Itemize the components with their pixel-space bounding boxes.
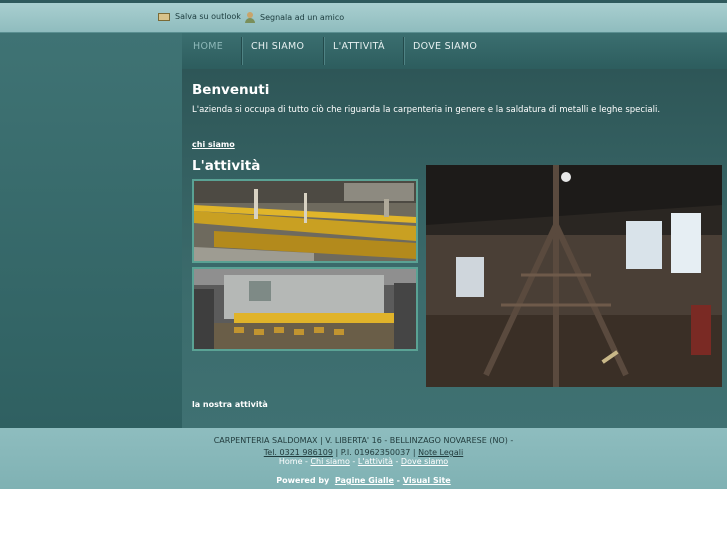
footer-legal-link[interactable]: Note Legali bbox=[418, 448, 463, 457]
footer-nav-dove-siamo[interactable]: Dove siamo bbox=[401, 457, 448, 466]
nav-divider bbox=[403, 37, 404, 65]
footer-nav-sep: - bbox=[392, 457, 401, 466]
footer-nav-sep: - bbox=[349, 457, 358, 466]
photo-workshop[interactable] bbox=[426, 165, 722, 387]
footer-company: CARPENTERIA SALDOMAX | V. LIBERTA' 16 - … bbox=[213, 436, 514, 445]
top-bar: Salva su outlook Segnala ad un amico bbox=[0, 3, 727, 33]
footer-contacts: Tel. 0321 986109 | P.I. 01962350037 | No… bbox=[0, 448, 727, 457]
footer-powered: Powered by Pagine Gialle - Visual Site bbox=[0, 476, 727, 485]
nav-home[interactable]: HOME bbox=[193, 41, 223, 52]
main-area: HOME CHI SIAMO L'ATTIVITÀ DOVE SIAMO Ben… bbox=[0, 33, 727, 428]
activity-title: L'attività bbox=[192, 158, 261, 174]
chi-siamo-link[interactable]: chi siamo bbox=[192, 140, 235, 149]
friend-icon bbox=[245, 12, 255, 23]
steel-beams-image bbox=[194, 181, 416, 261]
photo-shear-machine[interactable] bbox=[192, 267, 418, 351]
nostra-attivita-link[interactable]: la nostra attività bbox=[192, 400, 268, 409]
photo-steel-beams[interactable] bbox=[192, 179, 418, 263]
welcome-text: L'azienda si occupa di tutto ciò che rig… bbox=[192, 105, 661, 115]
footer-nav-attivita[interactable]: L'attività bbox=[358, 457, 393, 466]
report-friend-label: Segnala ad un amico bbox=[260, 13, 345, 22]
nav-dove-siamo[interactable]: DOVE SIAMO bbox=[413, 41, 477, 52]
report-friend-link[interactable]: Segnala ad un amico bbox=[245, 12, 344, 23]
powered-sep: - bbox=[393, 476, 403, 485]
footer-nav-home[interactable]: Home bbox=[279, 457, 303, 466]
nav-chi-siamo[interactable]: CHI SIAMO bbox=[251, 41, 304, 52]
outlook-icon bbox=[158, 12, 170, 21]
pagine-gialle-link[interactable]: Pagine Gialle bbox=[335, 476, 394, 485]
footer-vat: | P.I. 01962350037 | bbox=[332, 448, 419, 457]
main-nav: HOME CHI SIAMO L'ATTIVITÀ DOVE SIAMO bbox=[182, 33, 727, 69]
footer-phone-link[interactable]: Tel. 0321 986109 bbox=[264, 448, 333, 457]
workshop-image bbox=[426, 165, 722, 387]
footer: CARPENTERIA SALDOMAX | V. LIBERTA' 16 - … bbox=[0, 428, 727, 489]
save-outlook-label: Salva su outlook bbox=[175, 12, 241, 21]
nav-divider bbox=[241, 37, 242, 65]
welcome-title: Benvenuti bbox=[192, 82, 270, 98]
footer-nav-chi-siamo[interactable]: Chi siamo bbox=[310, 457, 349, 466]
footer-nav: Home - Chi siamo - L'attività - Dove sia… bbox=[0, 457, 727, 466]
nav-attivita[interactable]: L'ATTIVITÀ bbox=[333, 41, 385, 52]
powered-by-label: Powered by bbox=[276, 476, 330, 485]
visual-site-link[interactable]: Visual Site bbox=[403, 476, 451, 485]
save-outlook-link[interactable]: Salva su outlook bbox=[158, 12, 241, 21]
sidebar bbox=[0, 33, 183, 428]
nav-divider bbox=[323, 37, 324, 65]
shear-machine-image bbox=[194, 269, 416, 349]
content-area: Benvenuti L'azienda si occupa di tutto c… bbox=[182, 69, 727, 428]
